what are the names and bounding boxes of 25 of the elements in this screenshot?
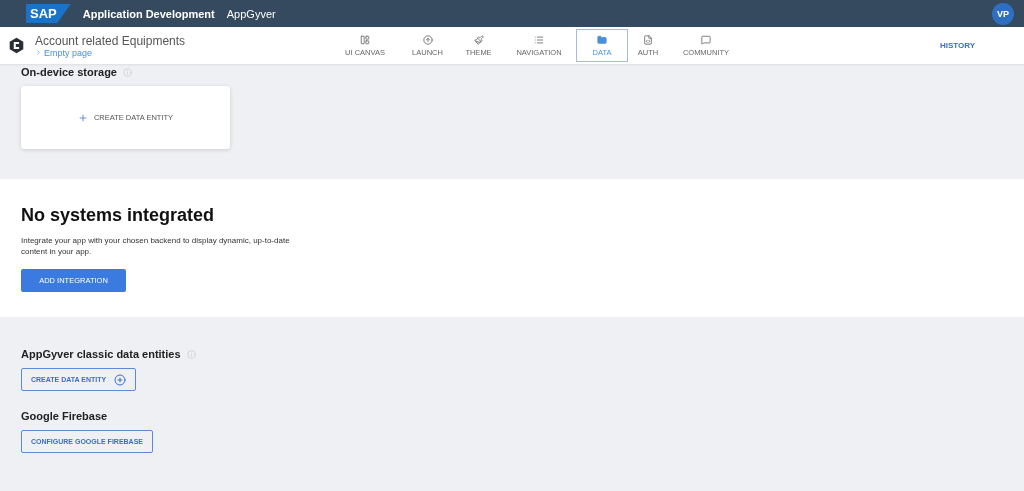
history-link[interactable]: HISTORY: [939, 41, 975, 50]
plus-circle-icon: [114, 373, 127, 386]
info-icon: [123, 67, 132, 77]
user-avatar[interactable]: VP: [992, 2, 1014, 25]
info-icon: [186, 349, 196, 359]
code-file-icon: [643, 34, 653, 45]
chat-icon: [701, 34, 711, 45]
page-link[interactable]: Empty page: [35, 47, 186, 58]
app-logo-icon: [8, 37, 25, 54]
upload-icon: [422, 34, 433, 45]
empty-state-title: No systems integrated: [21, 205, 216, 226]
plus-icon: [77, 112, 88, 123]
brush-icon: [473, 34, 484, 45]
list-icon: [534, 34, 544, 45]
project-name: Account related Equipments: [35, 33, 186, 48]
section-title: Google Firebase: [21, 410, 108, 422]
empty-state-text: Integrate your app with your chosen backend to display dynamic, up-to-date content in your app.: [21, 235, 291, 257]
section-title: AppGyver classic data entities: [21, 348, 181, 360]
layout-icon: [360, 34, 370, 45]
section-title: On-device storage: [21, 66, 117, 78]
sap-logo: SAP: [26, 4, 71, 23]
folder-icon: [597, 34, 607, 45]
app-title: Application Development: [82, 7, 215, 20]
chevron-icon: [35, 49, 42, 56]
app-subtitle: AppGyver: [226, 7, 276, 20]
